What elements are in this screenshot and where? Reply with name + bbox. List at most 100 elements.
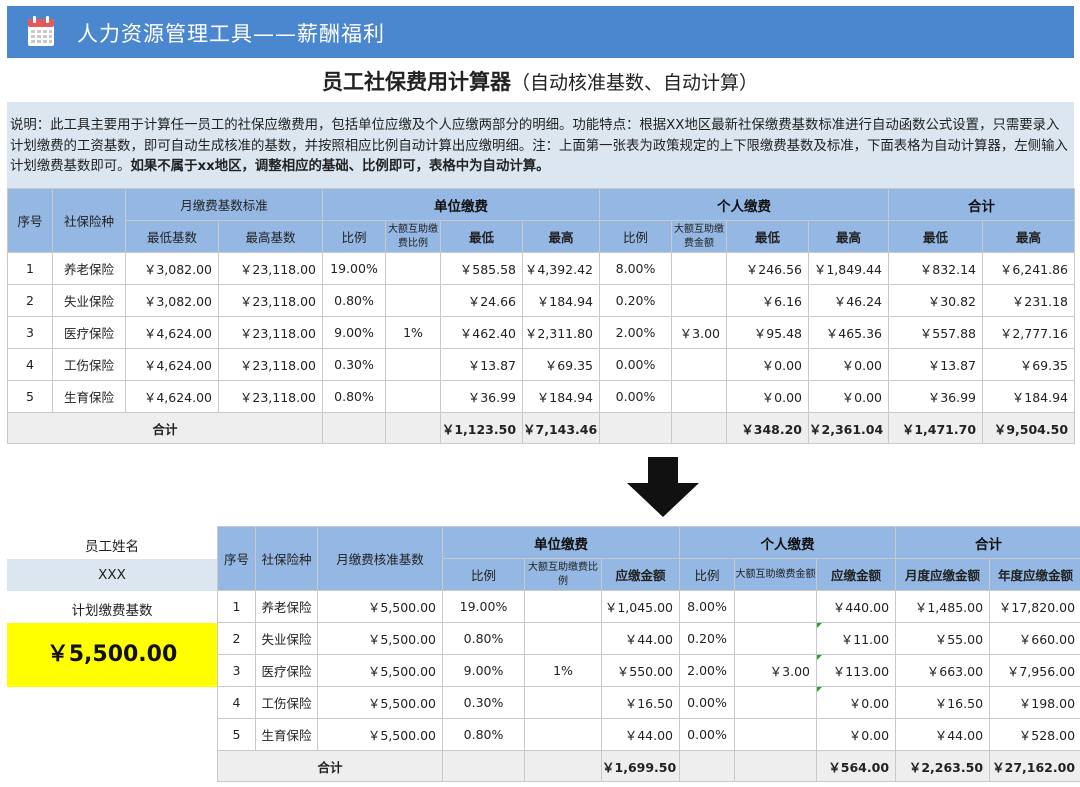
total-label: 合计 xyxy=(6,412,324,444)
col-header-company-ratio: 比例 xyxy=(322,220,387,253)
employee-name-input[interactable]: XXX xyxy=(7,559,217,591)
cell-c-min: ￥462.40 xyxy=(440,316,524,349)
description-bold: 如果不属于xx地区，调整相应的基础、比例即可，表格中为自动计算。 xyxy=(130,159,550,174)
cell-yearly: ￥7,956.00 xyxy=(989,654,1080,687)
col-header-total-min: 最低 xyxy=(888,220,984,253)
col-header-company-max: 最高 xyxy=(522,220,601,253)
col-header-type: 社保险种 xyxy=(52,188,126,253)
cell-p-max: ￥0.00 xyxy=(808,348,890,381)
total-company-amount: ￥1,699.50 xyxy=(600,750,681,782)
cell-c-mutual xyxy=(524,590,602,623)
cell-type: 工伤保险 xyxy=(255,686,318,719)
page-title: 员工社保费用计算器（自动核准基数、自动计算） xyxy=(0,66,1080,96)
cell-p-mutual xyxy=(671,348,728,381)
table-row: 1 养老保险 ￥5,500.00 19.00% ￥1,045.00 8.00% ￥440.0… xyxy=(217,590,1080,623)
empty-cell xyxy=(599,412,673,444)
cell-c-mutual xyxy=(524,718,602,751)
cell-base: ￥5,500.00 xyxy=(317,718,443,751)
cell-p-mutual xyxy=(734,718,818,751)
cell-p-mutual xyxy=(671,284,728,317)
col-header-company-min: 最低 xyxy=(440,220,524,253)
table-row: 5 生育保险 ￥4,624.00 ￥23,118.00 0.80% ￥36.99 ￥184.… xyxy=(7,380,1076,413)
cell-type: 工伤保险 xyxy=(52,348,126,381)
cell-type: 医疗保险 xyxy=(255,654,318,687)
col-header-personal-amount: 应缴金额 xyxy=(816,558,897,591)
cell-base: ￥5,500.00 xyxy=(317,622,443,655)
col-header-personal-max: 最高 xyxy=(808,220,890,253)
cell-no: 4 xyxy=(7,348,53,381)
col-group-personal: 个人缴费 xyxy=(679,526,897,559)
cell-max-base: ￥23,118.00 xyxy=(217,252,324,285)
cell-no: 2 xyxy=(217,622,256,655)
cell-type: 失业保险 xyxy=(52,284,126,317)
cell-c-ratio: 0.80% xyxy=(442,622,525,655)
cell-p-max: ￥1,849.44 xyxy=(808,252,890,285)
cell-p-ratio: 2.00% xyxy=(679,654,736,687)
cell-min-base: ￥3,082.00 xyxy=(125,252,219,285)
col-group-base: 月缴费基数标准 xyxy=(124,188,324,221)
col-header-personal-min: 最低 xyxy=(726,220,810,253)
cell-monthly: ￥55.00 xyxy=(895,622,991,655)
cell-c-min: ￥13.87 xyxy=(440,348,524,381)
cell-c-min: ￥24.66 xyxy=(440,284,524,317)
cell-t-min: ￥13.87 xyxy=(888,348,984,381)
cell-min-base: ￥4,624.00 xyxy=(125,316,219,349)
table-row: 3 医疗保险 ￥4,624.00 ￥23,118.00 9.00% 1% ￥462.40 ￥2… xyxy=(7,316,1076,349)
empty-cell xyxy=(734,750,818,782)
cell-c-ratio: 19.00% xyxy=(322,252,387,285)
cell-t-min: ￥832.14 xyxy=(888,252,984,285)
total-personal-min: ￥348.20 xyxy=(726,412,810,444)
page-title-sub: （自动核准基数、自动计算） xyxy=(510,72,758,94)
planned-base-input[interactable]: ￥5,500.00 xyxy=(7,623,217,687)
col-group-company: 单位缴费 xyxy=(441,526,681,559)
calculator-table: 序号 社保险种 月缴费核准基数 单位缴费 个人缴费 合计 比例 大额互助缴费比例… xyxy=(217,526,1080,782)
empty-cell xyxy=(322,412,387,444)
table-row: 2 失业保险 ￥3,082.00 ￥23,118.00 0.80% ￥24.66 ￥184.… xyxy=(7,284,1076,317)
table-row: 4 工伤保险 ￥5,500.00 0.30% ￥16.50 0.00% ￥0.00 ￥16.5… xyxy=(217,686,1080,719)
cell-c-mutual: 1% xyxy=(524,654,602,687)
col-header-personal-ratio: 比例 xyxy=(599,220,673,253)
cell-c-amount: ￥16.50 xyxy=(600,686,681,719)
cell-no: 4 xyxy=(217,686,256,719)
table-row: 5 生育保险 ￥5,500.00 0.80% ￥44.00 0.00% ￥0.00 ￥44.0… xyxy=(217,718,1080,751)
total-label: 合计 xyxy=(217,750,443,782)
cell-c-min: ￥36.99 xyxy=(440,380,524,413)
cell-no: 1 xyxy=(7,252,53,285)
cell-p-ratio: 0.00% xyxy=(679,686,736,719)
col-header-type: 社保险种 xyxy=(255,526,318,591)
cell-p-mutual: ￥3.00 xyxy=(734,654,818,687)
cell-no: 1 xyxy=(217,590,256,623)
cell-type: 养老保险 xyxy=(255,590,318,623)
cell-p-mutual xyxy=(671,380,728,413)
cell-c-max: ￥69.35 xyxy=(522,348,601,381)
total-yearly: ￥27,162.00 xyxy=(989,750,1080,782)
cell-t-max: ￥6,241.86 xyxy=(982,252,1076,285)
cell-p-mutual xyxy=(734,590,818,623)
table-row: 3 医疗保险 ￥5,500.00 9.00% 1% ￥550.00 2.00% ￥3.00 ￥1… xyxy=(217,654,1080,687)
cell-p-ratio: 0.20% xyxy=(599,284,673,317)
page-title-main: 员工社保费用计算器 xyxy=(321,70,511,94)
cell-type: 失业保险 xyxy=(255,622,318,655)
cell-monthly: ￥1,485.00 xyxy=(895,590,991,623)
cell-type: 生育保险 xyxy=(255,718,318,751)
cell-p-ratio: 0.20% xyxy=(679,622,736,655)
cell-t-max: ￥184.94 xyxy=(982,380,1076,413)
cell-p-ratio: 0.00% xyxy=(679,718,736,751)
cell-base: ￥5,500.00 xyxy=(317,654,443,687)
total-max: ￥9,504.50 xyxy=(982,412,1076,444)
cell-p-min: ￥0.00 xyxy=(726,380,810,413)
cell-p-ratio: 0.00% xyxy=(599,348,673,381)
cell-p-max: ￥0.00 xyxy=(808,380,890,413)
total-personal-amount: ￥564.00 xyxy=(816,750,897,782)
cell-c-ratio: 0.80% xyxy=(442,718,525,751)
cell-max-base: ￥23,118.00 xyxy=(217,348,324,381)
cell-min-base: ￥4,624.00 xyxy=(125,348,219,381)
cell-c-ratio: 0.80% xyxy=(322,284,387,317)
cell-monthly: ￥44.00 xyxy=(895,718,991,751)
cell-p-mutual xyxy=(734,686,818,719)
table-row: 1 养老保险 ￥3,082.00 ￥23,118.00 19.00% ￥585.58 ￥4,… xyxy=(7,252,1076,285)
cell-c-max: ￥184.94 xyxy=(522,380,601,413)
cell-type: 生育保险 xyxy=(52,380,126,413)
cell-p-mutual: ￥3.00 xyxy=(671,316,728,349)
cell-c-mutual xyxy=(524,686,602,719)
